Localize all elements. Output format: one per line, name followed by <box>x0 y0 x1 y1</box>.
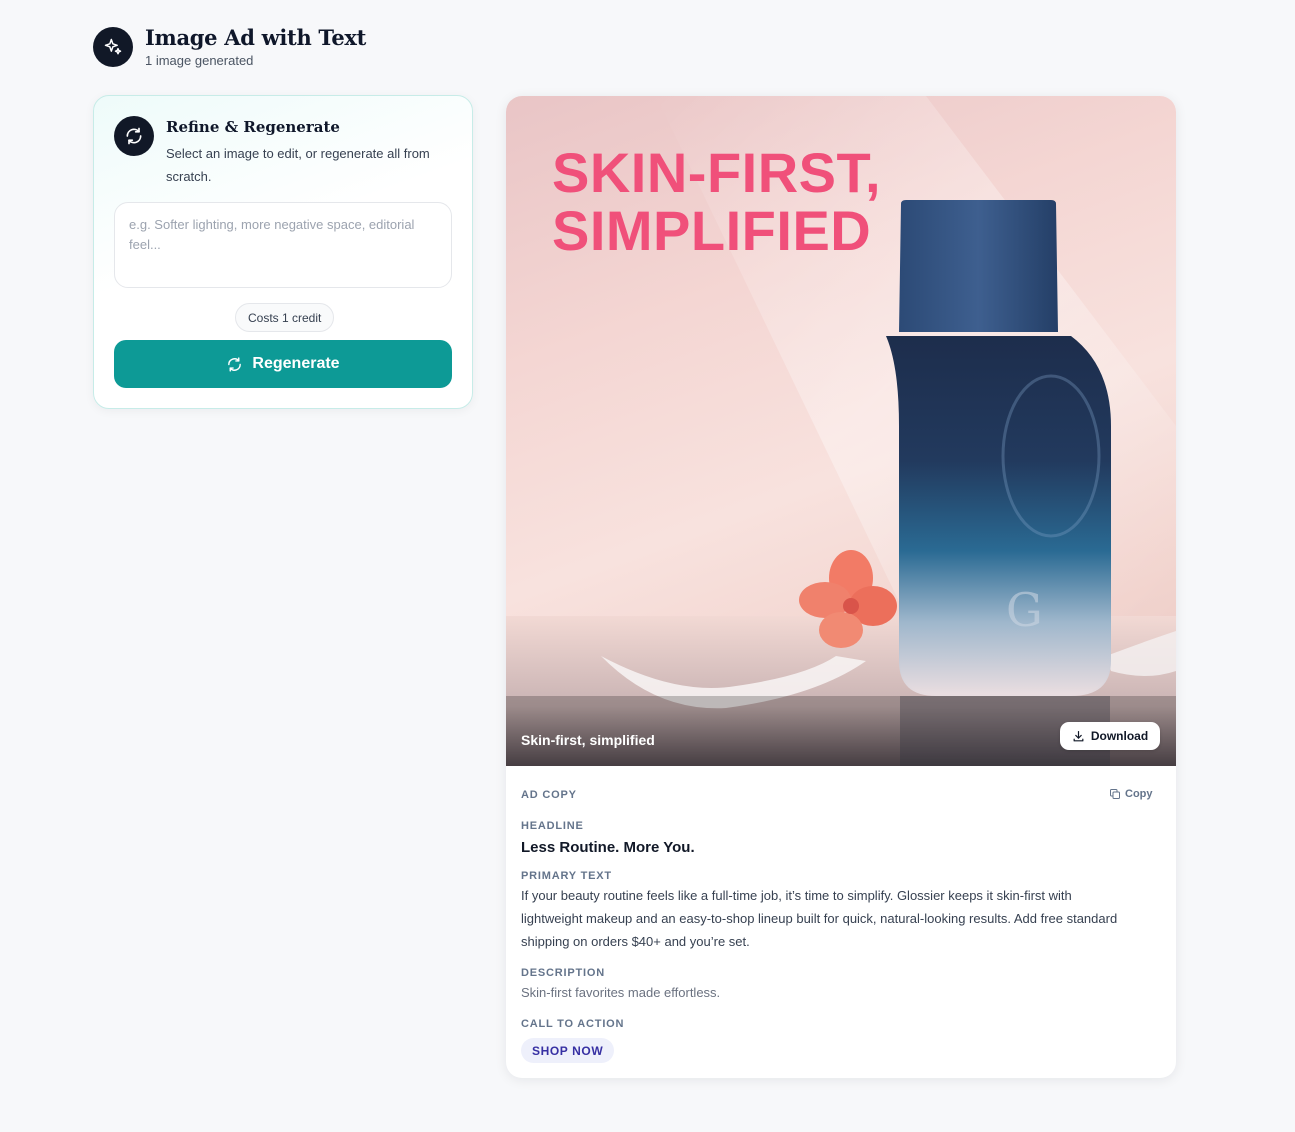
svg-text:G: G <box>1006 583 1043 637</box>
cta-badge: SHOP NOW <box>521 1038 615 1063</box>
refresh-icon <box>114 116 154 156</box>
download-icon <box>1073 730 1084 741</box>
page-subtitle: 1 image generated <box>145 53 254 68</box>
image-caption: Skin-first, simplified <box>521 732 655 748</box>
headline-label: HEADLINE <box>521 820 584 832</box>
download-button-label: Download <box>1090 729 1149 743</box>
sparkles-icon <box>93 26 133 67</box>
cost-badge: Costs 1 credit <box>235 303 335 332</box>
description-text: Skin-first favorites made effortless. <box>521 985 721 1000</box>
generated-ad-image[interactable]: G SKIN-FIRST, SIMPLIFIED Skin-first, sim… <box>506 96 1176 766</box>
refine-panel: Refine & Regenerate Select an image to e… <box>93 95 473 409</box>
page-title: Image Ad with Text <box>145 25 367 50</box>
page-header: Image Ad with Text 1 image generated <box>93 25 366 68</box>
copy-icon <box>1110 789 1120 799</box>
ad-copy-heading: AD COPY <box>521 789 577 801</box>
copy-button[interactable]: Copy <box>1109 788 1153 800</box>
refresh-icon <box>228 356 242 372</box>
primary-text: If your beauty routine feels like a full… <box>521 888 1118 949</box>
copy-button-label: Copy <box>1125 788 1153 800</box>
regenerate-button[interactable]: Regenerate <box>114 340 452 388</box>
download-button[interactable]: Download <box>1060 722 1160 750</box>
cta-label: CALL TO ACTION <box>521 1018 625 1030</box>
description-label: DESCRIPTION <box>521 967 605 979</box>
refine-description: Select an image to edit, or regenerate a… <box>166 146 430 184</box>
result-card: G SKIN-FIRST, SIMPLIFIED Skin-first, sim… <box>506 96 1176 1078</box>
refine-prompt-input[interactable] <box>114 202 452 288</box>
headline-text: Less Routine. More You. <box>521 839 695 856</box>
regenerate-button-label: Regenerate <box>252 355 340 372</box>
primary-text-label: PRIMARY TEXT <box>521 870 612 882</box>
refine-title: Refine & Regenerate <box>166 118 340 136</box>
ad-headline-overlay: SKIN-FIRST, SIMPLIFIED <box>552 141 882 262</box>
